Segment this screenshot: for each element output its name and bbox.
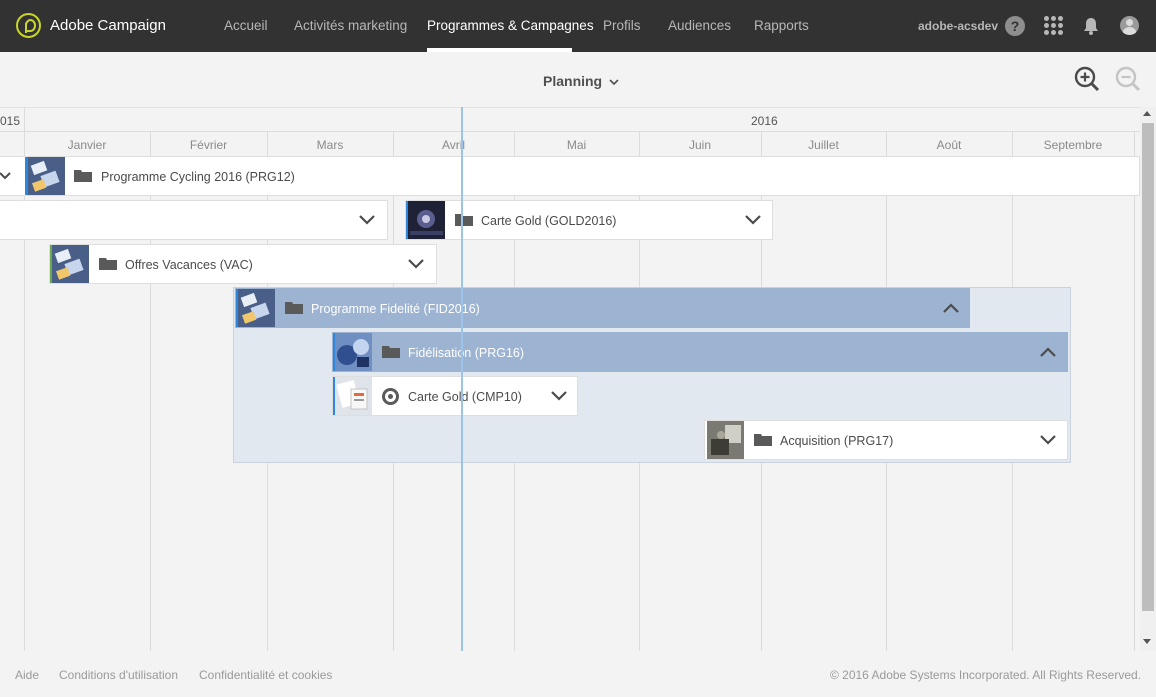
nav-activites-marketing[interactable]: Activités marketing — [294, 18, 407, 33]
folder-icon — [455, 214, 473, 226]
apps-grid-icon[interactable] — [1044, 16, 1063, 35]
month-label: Juin — [688, 138, 711, 152]
folder-icon — [99, 258, 117, 270]
month-header: Janvier Février Mars Avril Mai Juin Juil… — [0, 132, 1140, 156]
bell-icon[interactable] — [1083, 17, 1099, 35]
item-label: Fidélisation (PRG16) — [408, 346, 525, 360]
folder-icon — [74, 170, 92, 182]
item-label: Offres Vacances (VAC) — [125, 258, 253, 272]
timeline-item-prg16[interactable]: Fidélisation (PRG16) — [332, 332, 1068, 372]
month-label: Septembre — [1043, 138, 1103, 152]
year-label: 2016 — [751, 114, 778, 128]
user-name[interactable]: adobe-acsdev — [918, 19, 998, 33]
item-thumbnail — [408, 201, 445, 239]
planning-label: Planning — [543, 73, 603, 89]
item-label: Programme Cycling 2016 (PRG12) — [101, 170, 295, 184]
timeline-item-prg12[interactable]: Programme Cycling 2016 (PRG12) — [0, 156, 1140, 196]
top-navigation-bar: Adobe Campaign Accueil Activités marketi… — [0, 0, 1156, 52]
item-thumbnail — [335, 377, 372, 415]
chevron-down-icon[interactable] — [407, 256, 425, 272]
chevron-down-icon — [609, 79, 619, 86]
scrollbar-thumb[interactable] — [1142, 123, 1154, 611]
item-label: Carte Gold (CMP10) — [408, 390, 522, 404]
timeline-item-prg17[interactable]: Acquisition (PRG17) — [704, 420, 1068, 460]
nav-accueil[interactable]: Accueil — [224, 18, 268, 33]
footer-link-conditions[interactable]: Conditions d'utilisation — [59, 668, 178, 682]
nav-rapports[interactable]: Rapports — [754, 18, 809, 33]
chevron-up-icon[interactable] — [942, 300, 960, 316]
folder-icon — [285, 302, 303, 314]
month-label: Mai — [566, 138, 587, 152]
footer-link-aide[interactable]: Aide — [15, 668, 39, 682]
month-label: Août — [936, 138, 962, 152]
today-marker-line — [461, 107, 463, 651]
folder-icon — [754, 434, 772, 446]
item-label: Programme Fidelité (FID2016) — [311, 302, 480, 316]
timeline-item-vac[interactable]: Offres Vacances (VAC) — [49, 244, 437, 284]
avatar[interactable] — [1120, 16, 1139, 35]
footer: Aide Conditions d'utilisation Confidenti… — [0, 651, 1156, 697]
month-label: Janvier — [67, 138, 107, 152]
chevron-up-icon[interactable] — [1039, 344, 1057, 360]
folder-icon — [382, 346, 400, 358]
item-label: Acquisition (PRG17) — [780, 434, 894, 448]
month-label: Juillet — [808, 138, 839, 152]
month-label: Février — [189, 138, 228, 152]
item-thumbnail — [28, 157, 65, 195]
planning-view-selector[interactable]: Planning — [543, 73, 619, 89]
campaign-icon — [382, 388, 399, 405]
item-thumbnail — [238, 289, 275, 327]
planning-timeline: 015 2016 Janvier Février Mars Avril Mai … — [0, 107, 1140, 651]
scroll-up-icon[interactable] — [1143, 111, 1151, 116]
month-label: Avril — [441, 138, 466, 152]
timeline-item-cmp10[interactable]: Carte Gold (CMP10) — [332, 376, 578, 416]
help-icon[interactable]: ? — [1005, 16, 1025, 36]
month-divider — [1134, 132, 1135, 651]
scroll-down-icon[interactable] — [1143, 639, 1151, 644]
zoom-out-icon[interactable] — [1114, 65, 1142, 93]
active-nav-indicator — [427, 48, 572, 52]
chevron-down-icon[interactable] — [744, 212, 762, 228]
item-thumbnail — [52, 245, 89, 283]
year-header: 015 2016 — [0, 107, 1140, 132]
nav-audiences[interactable]: Audiences — [668, 18, 731, 33]
item-label: Carte Gold (GOLD2016) — [481, 214, 617, 228]
brand-name[interactable]: Adobe Campaign — [50, 17, 166, 34]
footer-link-confidentialite[interactable]: Confidentialité et cookies — [199, 668, 332, 682]
chevron-down-icon[interactable] — [358, 212, 376, 228]
chevron-down-icon[interactable] — [1039, 432, 1057, 448]
chevron-down-icon[interactable] — [0, 170, 11, 182]
nav-profils[interactable]: Profils — [603, 18, 641, 33]
item-thumbnail — [707, 421, 744, 459]
adobe-campaign-logo-icon[interactable] — [16, 13, 41, 38]
item-thumbnail — [335, 333, 372, 371]
year-label: 015 — [0, 114, 21, 128]
month-label: Mars — [316, 138, 344, 152]
zoom-in-icon[interactable] — [1073, 65, 1101, 93]
timeline-item-fid2016[interactable]: Programme Fidelité (FID2016) — [235, 288, 970, 328]
copyright-text: © 2016 Adobe Systems Incorporated. All R… — [829, 668, 1141, 682]
timeline-item[interactable] — [0, 200, 388, 240]
chevron-down-icon[interactable] — [550, 388, 568, 404]
nav-programmes-campagnes[interactable]: Programmes & Campagnes — [427, 18, 594, 33]
